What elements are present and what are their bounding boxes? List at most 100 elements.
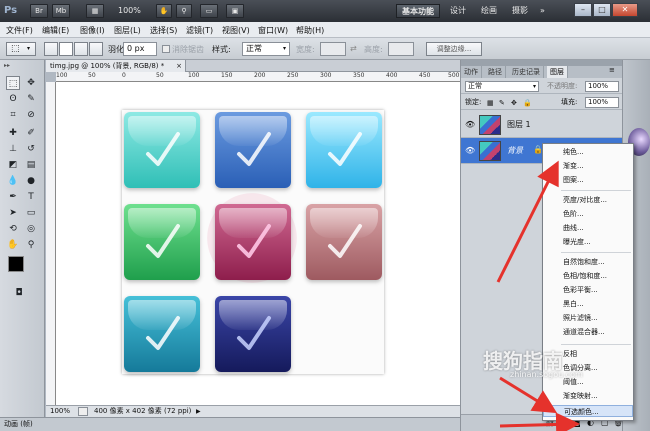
intersect-selection-button[interactable] xyxy=(89,42,103,56)
eyedropper-tool[interactable]: ⊘ xyxy=(24,108,38,122)
foreground-color-swatch[interactable] xyxy=(8,256,24,272)
quick-select-tool[interactable]: ✎ xyxy=(24,92,38,106)
style-select[interactable]: 正常 ▾ xyxy=(242,42,290,56)
close-button[interactable]: ✕ xyxy=(612,3,638,17)
lasso-tool[interactable]: ʘ xyxy=(6,92,20,106)
healing-tool[interactable]: ✚ xyxy=(6,126,20,140)
brush-tool[interactable]: ✐ xyxy=(24,126,38,140)
screen-mode-button[interactable]: ▣ xyxy=(226,4,244,18)
menu-item-gradient-map[interactable]: 渐变映射... xyxy=(543,390,633,402)
shape-tool[interactable]: ▭ xyxy=(24,206,38,220)
add-to-selection-button[interactable] xyxy=(59,42,73,56)
close-icon[interactable]: × xyxy=(176,60,182,72)
type-tool[interactable]: T xyxy=(24,190,38,204)
menu-image[interactable]: 图像(I) xyxy=(80,25,105,36)
arrange-documents-button[interactable]: ▭ xyxy=(200,4,218,18)
menu-item-levels[interactable]: 色阶... xyxy=(543,208,633,220)
tab-history[interactable]: 历史记录 xyxy=(509,66,544,78)
menu-item-pattern[interactable]: 图案... xyxy=(543,174,633,186)
menu-item-selective-color[interactable]: 可选颜色... xyxy=(543,405,633,417)
crop-tool[interactable]: ⌗ xyxy=(6,108,20,122)
menu-item-hue-saturation[interactable]: 色相/饱和度... xyxy=(543,270,633,282)
menu-filter[interactable]: 滤镜(T) xyxy=(186,25,213,36)
fill-input[interactable]: 100% xyxy=(585,97,619,108)
panel-menu-icon[interactable]: ≡ xyxy=(609,66,615,74)
tool-preset-picker[interactable]: ⬚ ▾ xyxy=(6,42,36,56)
3d-orbit-tool[interactable]: ◎ xyxy=(24,222,38,236)
status-arrow-icon[interactable]: ▶ xyxy=(196,406,201,417)
menu-item-black-white[interactable]: 黑白... xyxy=(543,298,633,310)
layer-row[interactable]: 👁 图层 1 xyxy=(461,112,623,138)
menu-item-channel-mixer[interactable]: 通道混合器... xyxy=(543,326,633,338)
mini-bridge-button[interactable]: Mb xyxy=(52,4,70,18)
width-input[interactable] xyxy=(320,42,346,56)
workspace-design[interactable]: 设计 xyxy=(450,4,466,18)
menu-select[interactable]: 选择(S) xyxy=(150,25,177,36)
menu-window[interactable]: 窗口(W) xyxy=(258,25,288,36)
lock-pixels-icon[interactable]: ▦ xyxy=(487,97,494,110)
hand-tool[interactable]: ✋ xyxy=(6,238,20,252)
refine-edge-button[interactable]: 调整边缘... xyxy=(426,42,482,56)
menu-file[interactable]: 文件(F) xyxy=(6,25,33,36)
blend-mode-select[interactable]: 正常 ▾ xyxy=(465,81,539,92)
status-menu-icon[interactable] xyxy=(78,407,88,416)
zoom-tool-button[interactable]: ⚲ xyxy=(176,4,192,18)
clone-stamp-tool[interactable]: ⊥ xyxy=(6,142,20,156)
subtract-selection-button[interactable] xyxy=(74,42,88,56)
status-zoom[interactable]: 100% xyxy=(50,406,70,417)
workspace-more-icon[interactable]: » xyxy=(540,4,545,18)
document-tab[interactable]: timg.jpg @ 100% (背景, RGB/8) * × xyxy=(46,60,186,72)
zoom-tool[interactable]: ⚲ xyxy=(24,238,38,252)
3d-rotate-tool[interactable]: ⟲ xyxy=(6,222,20,236)
eye-icon[interactable]: 👁 xyxy=(465,146,475,156)
animation-panel-label[interactable]: 动画 (帧) xyxy=(4,418,33,431)
eye-icon[interactable]: 👁 xyxy=(465,120,475,130)
gradient-tool[interactable]: ▤ xyxy=(24,158,38,172)
document-image[interactable] xyxy=(122,110,384,374)
menu-help[interactable]: 帮助(H) xyxy=(296,25,324,36)
new-selection-button[interactable] xyxy=(44,42,58,56)
pen-tool[interactable]: ✒ xyxy=(6,190,20,204)
menu-item-exposure[interactable]: 曝光度... xyxy=(543,236,633,248)
menu-item-photo-filter[interactable]: 照片滤镜... xyxy=(543,312,633,324)
history-brush-tool[interactable]: ↺ xyxy=(24,142,38,156)
opacity-input[interactable]: 100% xyxy=(585,81,619,92)
menu-layer[interactable]: 图层(L) xyxy=(114,25,141,36)
lock-all-icon[interactable]: 🔒 xyxy=(523,97,532,110)
swap-icon[interactable]: ⇄ xyxy=(350,44,357,53)
tools-collapse-icon[interactable]: ▸▸ xyxy=(4,62,10,69)
workspace-painting[interactable]: 绘画 xyxy=(481,4,497,18)
quick-mask-icon[interactable]: ◘ xyxy=(12,286,26,300)
hand-tool-button[interactable]: ✋ xyxy=(156,4,172,18)
height-input[interactable] xyxy=(388,42,414,56)
workspace-photography[interactable]: 摄影 xyxy=(512,4,528,18)
maximize-button[interactable]: □ xyxy=(593,3,611,17)
lock-brush-icon[interactable]: ✎ xyxy=(499,97,505,110)
zoom-level[interactable]: 100% xyxy=(118,6,141,15)
minimize-button[interactable]: – xyxy=(574,3,592,17)
bridge-button[interactable]: Br xyxy=(30,4,48,18)
workspace-essentials[interactable]: 基本功能 xyxy=(396,4,440,18)
menu-item-solid-color[interactable]: 纯色... xyxy=(543,146,633,158)
feather-input[interactable]: 0 px xyxy=(123,42,157,56)
menu-view[interactable]: 视图(V) xyxy=(222,25,250,36)
menu-item-brightness-contrast[interactable]: 亮度/对比度... xyxy=(543,194,633,206)
marquee-tool[interactable]: ⬚ xyxy=(6,76,20,90)
lock-move-icon[interactable]: ✥ xyxy=(511,97,517,110)
menu-item-gradient[interactable]: 渐变... xyxy=(543,160,633,172)
blur-tool[interactable]: 💧 xyxy=(6,174,20,188)
tab-layers[interactable]: 图层 xyxy=(547,66,568,78)
menu-item-curves[interactable]: 曲线... xyxy=(543,222,633,234)
tab-paths[interactable]: 路径 xyxy=(485,66,506,78)
menu-item-vibrance[interactable]: 自然饱和度... xyxy=(543,256,633,268)
antialias-checkbox[interactable] xyxy=(162,45,170,53)
path-select-tool[interactable]: ➤ xyxy=(6,206,20,220)
menu-item-color-balance[interactable]: 色彩平衡... xyxy=(543,284,633,296)
eraser-tool[interactable]: ◩ xyxy=(6,158,20,172)
dodge-tool[interactable]: ● xyxy=(24,174,38,188)
tab-actions[interactable]: 动作 xyxy=(461,66,482,78)
canvas-area[interactable] xyxy=(56,82,460,405)
move-tool[interactable]: ✥ xyxy=(24,76,38,90)
view-extras-button[interactable]: ▦ xyxy=(86,4,104,18)
menu-edit[interactable]: 编辑(E) xyxy=(42,25,69,36)
